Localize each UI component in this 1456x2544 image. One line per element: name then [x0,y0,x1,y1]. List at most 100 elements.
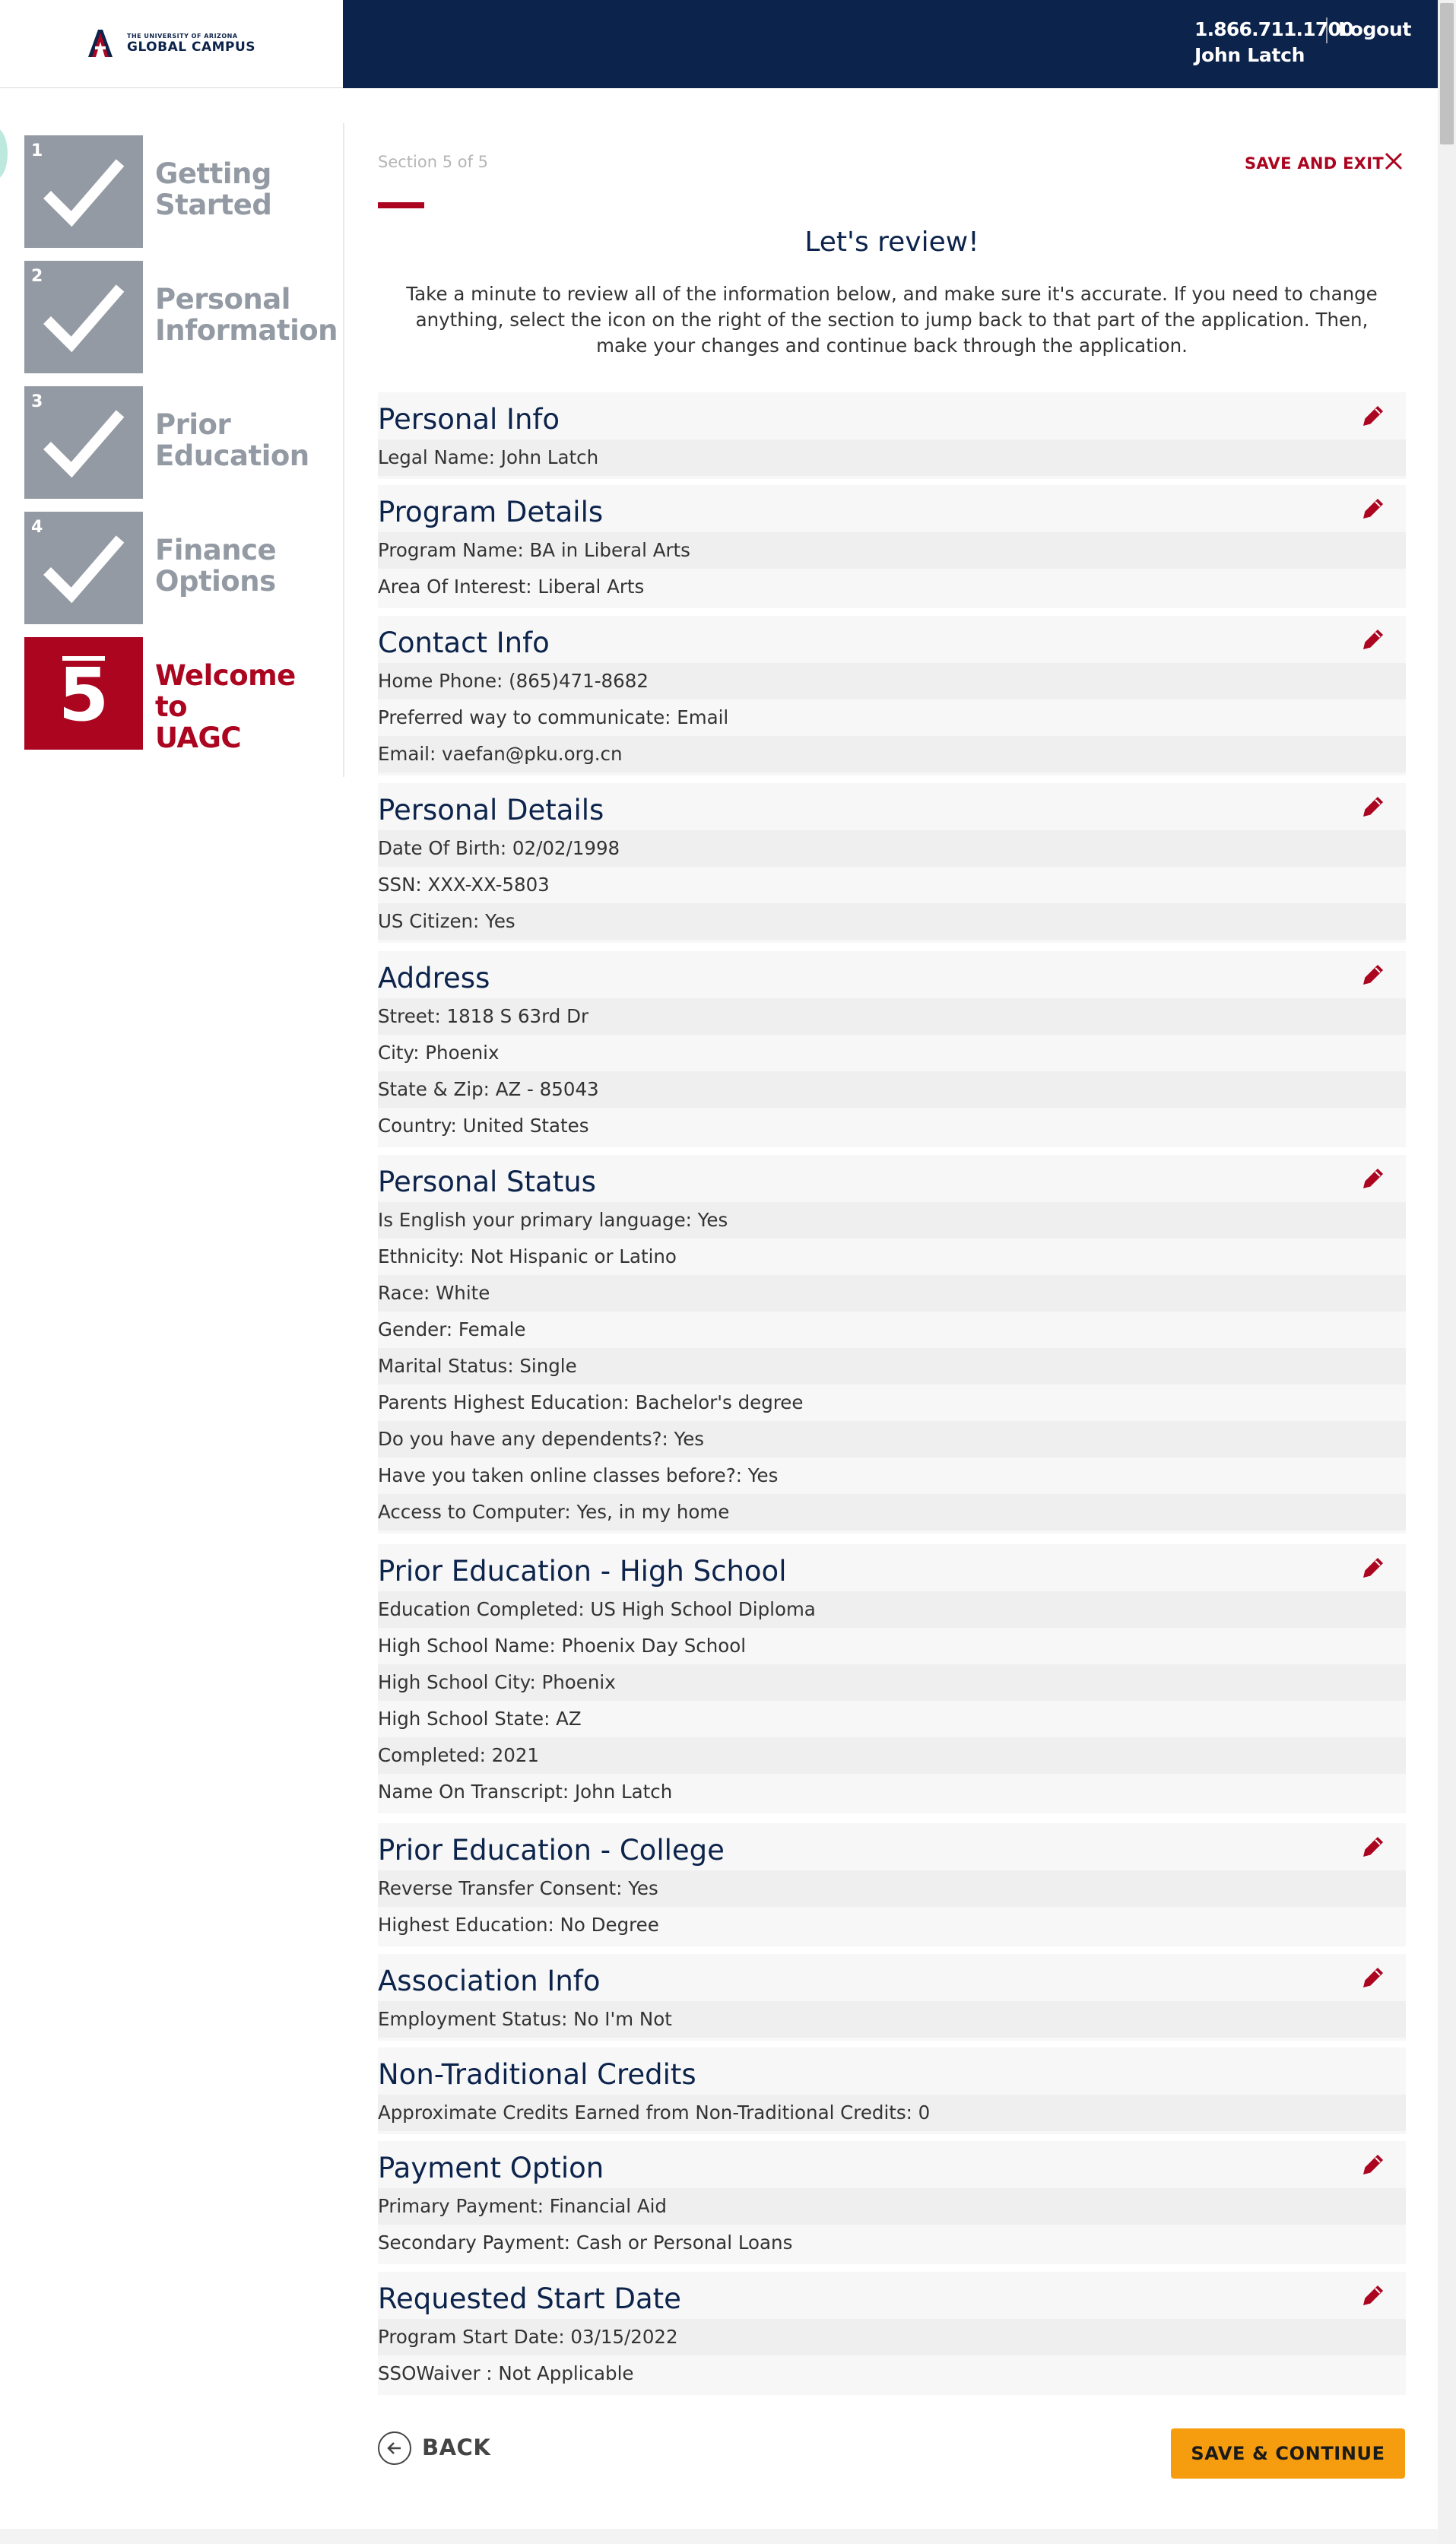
step-label: Personal Information [155,283,338,347]
review-row: Parents Highest Education: Bachelor's de… [378,1391,804,1413]
review-row: Home Phone: (865)471-8682 [378,663,1406,699]
back-arrow-icon[interactable] [378,2431,411,2465]
review-section: Contact Info Home Phone: (865)471-8682 Pre… [378,616,1406,776]
section-title: Requested Start Date [378,2282,681,2315]
page-scrollbar[interactable] [1438,0,1456,2544]
save-and-continue-button[interactable]: SAVE & CONTINUE [1171,2428,1405,2479]
review-row: SSOWaiver : Not Applicable [378,2362,634,2384]
review-section: Personal Info Legal Name: John Latch [378,392,1406,479]
page-bottom-strip [0,2529,1438,2544]
edit-pencil-icon[interactable] [1360,1166,1386,1191]
university-a-logo-icon [85,28,116,59]
review-section: Prior Education - High School Education C… [378,1544,1406,1813]
review-row: High School Name: Phoenix Day School [378,1635,747,1657]
edit-pencil-icon[interactable] [1360,496,1386,522]
edit-pencil-icon[interactable] [1360,2282,1386,2308]
logo-subtitle: THE UNIVERSITY OF ARIZONA [127,33,238,40]
step-finance-options[interactable]: 4 Finance Options [24,512,328,624]
section-title: Personal Details [378,794,604,826]
edit-pencil-icon[interactable] [1360,794,1386,820]
edit-pencil-icon[interactable] [1360,1555,1386,1581]
review-section: Association Info Employment Status: No I'… [378,1954,1406,2041]
edit-pencil-icon[interactable] [1360,626,1386,652]
review-row: Date Of Birth: 02/02/1998 [378,830,1406,867]
help-tab[interactable] [0,128,8,179]
back-button[interactable]: BACK [422,2435,490,2460]
scrollbar-thumb[interactable] [1440,3,1454,144]
review-row: Employment Status: No I'm Not [378,2001,1406,2038]
review-row: Gender: Female [378,1318,526,1340]
review-section: Prior Education - College Reverse Transfe… [378,1823,1406,1946]
section-title: Prior Education - College [378,1834,725,1867]
section-title: Address [378,962,490,994]
close-icon[interactable] [1384,151,1404,171]
review-section: Personal Status Is English your primary l… [378,1155,1406,1534]
top-header: THE UNIVERSITY OF ARIZONA GLOBAL CAMPUS … [0,0,1438,88]
edit-pencil-icon[interactable] [1360,2152,1386,2178]
logout-link[interactable]: Logout [1338,18,1411,40]
review-section: Address Street: 1818 S 63rd Dr City: Phoen… [378,951,1406,1147]
review-row: Have you taken online classes before?: Y… [378,1464,779,1486]
section-title: Personal Info [378,403,560,436]
review-row: Race: White [378,1275,1406,1312]
review-section: Program Details Program Name: BA in Liber… [378,485,1406,608]
step-label: Welcome to UAGC [155,659,296,754]
review-row: Do you have any dependents?: Yes [378,1421,1406,1458]
step-getting-started[interactable]: 1 Getting Started [24,135,328,248]
step-prior-education[interactable]: 3 Prior Education [24,386,328,499]
section-title: Non-Traditional Credits [378,2058,696,2091]
step-label: Prior Education [155,408,309,472]
review-row: Program Start Date: 03/15/2022 [378,2319,1406,2355]
step-welcome-to-uagc[interactable]: 5 Welcome to UAGC [24,637,328,754]
review-row: Reverse Transfer Consent: Yes [378,1870,1406,1907]
title-accent-bar [378,202,424,208]
header-divider [1326,17,1328,43]
review-row: Secondary Payment: Cash or Personal Loan… [378,2232,793,2254]
review-row: High School State: AZ [378,1708,582,1730]
review-row: Highest Education: No Degree [378,1914,659,1936]
section-counter: Section 5 of 5 [378,153,489,171]
step-number: 5 [58,652,109,738]
step-tile: 2 [24,261,143,373]
review-row: Marital Status: Single [378,1348,1406,1385]
step-personal-information[interactable]: 2 Personal Information [24,261,338,373]
edit-pencil-icon[interactable] [1360,1965,1386,1990]
intro-text: Take a minute to review all of the infor… [406,283,1378,357]
review-row: High School City: Phoenix [378,1664,1406,1701]
review-row: Access to Computer: Yes, in my home [378,1494,1406,1531]
step-label: Finance Options [155,534,277,598]
section-title: Personal Status [378,1166,596,1198]
logo[interactable]: THE UNIVERSITY OF ARIZONA GLOBAL CAMPUS [0,0,343,88]
page-title: Let's review! [804,227,979,258]
section-title: Program Details [378,496,604,528]
section-title: Payment Option [378,2152,604,2184]
checkmark-icon [43,284,125,353]
save-and-exit-button[interactable]: SAVE AND EXIT [1245,154,1384,173]
section-title: Prior Education - High School [378,1555,787,1588]
edit-pencil-icon[interactable] [1360,962,1386,988]
step-tile: 3 [24,386,143,499]
checkmark-icon [43,535,125,604]
step-tile: 1 [24,135,143,248]
review-row: Completed: 2021 [378,1737,1406,1774]
review-row: Primary Payment: Financial Aid [378,2188,1406,2225]
review-row: Preferred way to communicate: Email [378,706,729,728]
checkmark-icon [43,410,125,478]
review-row: Ethnicity: Not Hispanic or Latino [378,1245,677,1267]
edit-pencil-icon[interactable] [1360,1834,1386,1860]
review-row: State & Zip: AZ - 85043 [378,1071,1406,1108]
review-row: City: Phoenix [378,1042,500,1064]
sidebar-divider [343,123,344,777]
checkmark-icon [43,159,125,227]
step-label: Getting Started [155,157,272,221]
section-title: Association Info [378,1965,601,1997]
phone-link[interactable]: 1.866.711.1700 [1194,18,1353,40]
review-row: Street: 1818 S 63rd Dr [378,998,1406,1035]
review-row: Is English your primary language: Yes [378,1202,1406,1239]
review-row: Education Completed: US High School Dipl… [378,1591,1406,1628]
review-row: Name On Transcript: John Latch [378,1781,673,1803]
step-tile: 4 [24,512,143,624]
section-title: Contact Info [378,626,550,659]
edit-pencil-icon[interactable] [1360,403,1386,429]
review-section: Non-Traditional Credits Approximate Credi… [378,2048,1406,2134]
